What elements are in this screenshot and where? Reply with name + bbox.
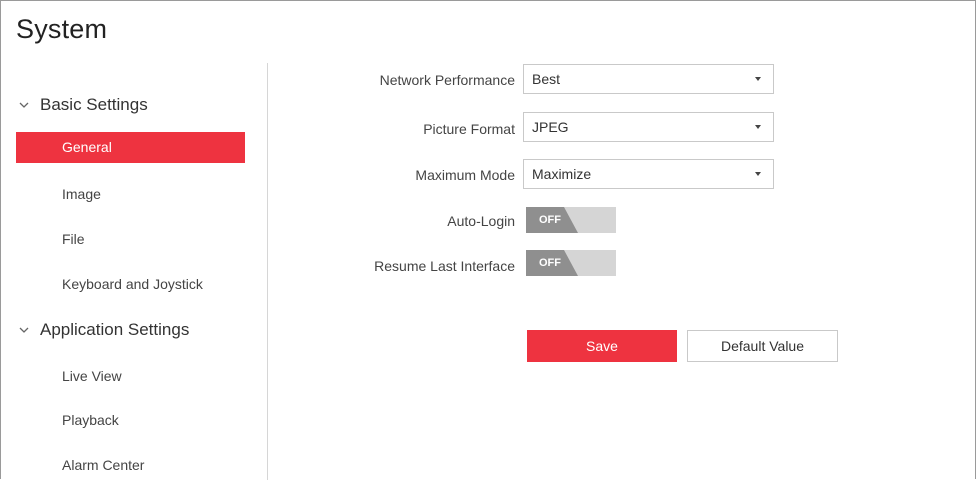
sidebar-item-label: Keyboard and Joystick (62, 276, 203, 292)
save-button[interactable]: Save (527, 330, 677, 362)
select-value: Maximize (532, 166, 592, 182)
sidebar-item-label: Playback (62, 412, 119, 428)
chevron-down-icon (18, 99, 30, 111)
sidebar-item-label: File (62, 231, 85, 247)
sidebar: Basic Settings General Image File Keyboa… (0, 0, 268, 480)
sidebar-item-label: Alarm Center (62, 457, 145, 473)
auto-login-label: Auto-Login (447, 213, 515, 229)
dropdown-caret-icon (755, 172, 761, 176)
group-label: Basic Settings (40, 95, 148, 114)
sidebar-item-keyboard-and-joystick[interactable]: Keyboard and Joystick (16, 269, 245, 300)
toggle-off-indicator: OFF (526, 207, 578, 233)
sidebar-item-label: General (62, 139, 112, 155)
auto-login-toggle[interactable]: OFF (526, 207, 616, 233)
sidebar-item-live-view[interactable]: Live View (16, 361, 245, 392)
maximum-mode-select[interactable]: Maximize (523, 159, 774, 189)
chevron-down-icon (18, 324, 30, 336)
sidebar-item-label: Image (62, 186, 101, 202)
sidebar-item-image[interactable]: Image (16, 179, 245, 210)
toggle-state: OFF (539, 257, 561, 269)
default-value-button[interactable]: Default Value (687, 330, 838, 362)
sidebar-item-file[interactable]: File (16, 224, 245, 255)
picture-format-select[interactable]: JPEG (523, 112, 774, 142)
group-label: Application Settings (40, 320, 190, 339)
dropdown-caret-icon (755, 125, 761, 129)
resume-last-interface-toggle[interactable]: OFF (526, 250, 616, 276)
select-value: JPEG (532, 119, 569, 135)
sidebar-item-general[interactable]: General (16, 132, 245, 163)
resume-last-interface-label: Resume Last Interface (374, 258, 515, 274)
network-performance-label: Network Performance (379, 72, 515, 88)
select-value: Best (532, 71, 561, 87)
group-basic-settings[interactable]: Basic Settings (18, 93, 148, 117)
sidebar-divider (267, 63, 268, 480)
toggle-off-indicator: OFF (526, 250, 578, 276)
maximum-mode-label: Maximum Mode (415, 167, 515, 183)
dropdown-caret-icon (755, 77, 761, 81)
group-application-settings[interactable]: Application Settings (18, 318, 189, 342)
sidebar-item-label: Live View (62, 368, 122, 384)
network-performance-select[interactable]: Best (523, 64, 774, 94)
sidebar-item-playback[interactable]: Playback (16, 405, 245, 436)
picture-format-label: Picture Format (423, 121, 515, 137)
sidebar-item-alarm-center[interactable]: Alarm Center (16, 450, 245, 481)
toggle-state: OFF (539, 214, 561, 226)
